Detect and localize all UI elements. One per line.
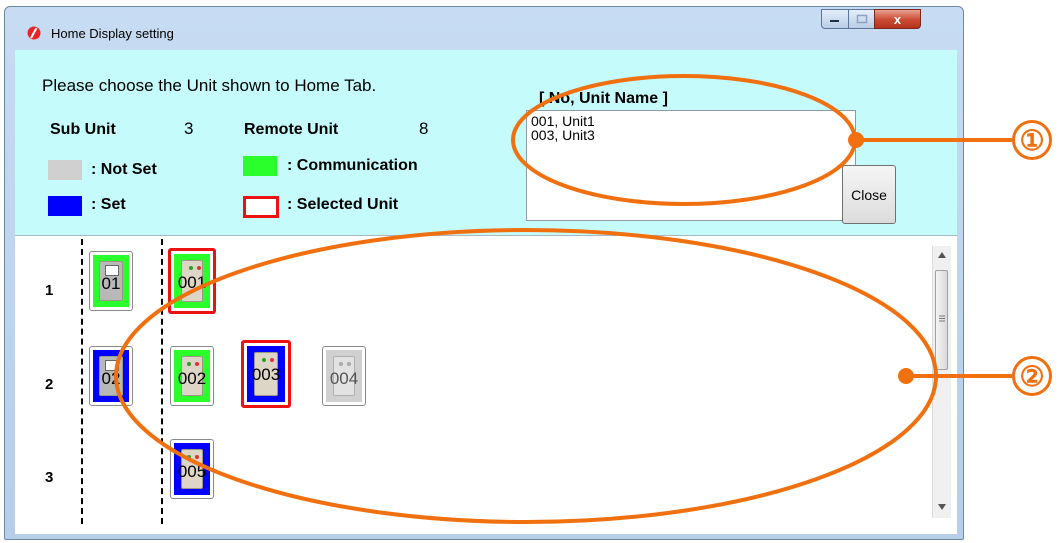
annotation-overlay — [114, 74, 1012, 524]
callout-dot-1 — [848, 132, 864, 148]
callout-number-2: ② — [1012, 356, 1052, 396]
callout-ellipse-1 — [511, 74, 857, 206]
callout-ellipse-2 — [114, 228, 938, 524]
callout-dot-2 — [898, 368, 914, 384]
callout-number-1: ① — [1012, 120, 1052, 160]
